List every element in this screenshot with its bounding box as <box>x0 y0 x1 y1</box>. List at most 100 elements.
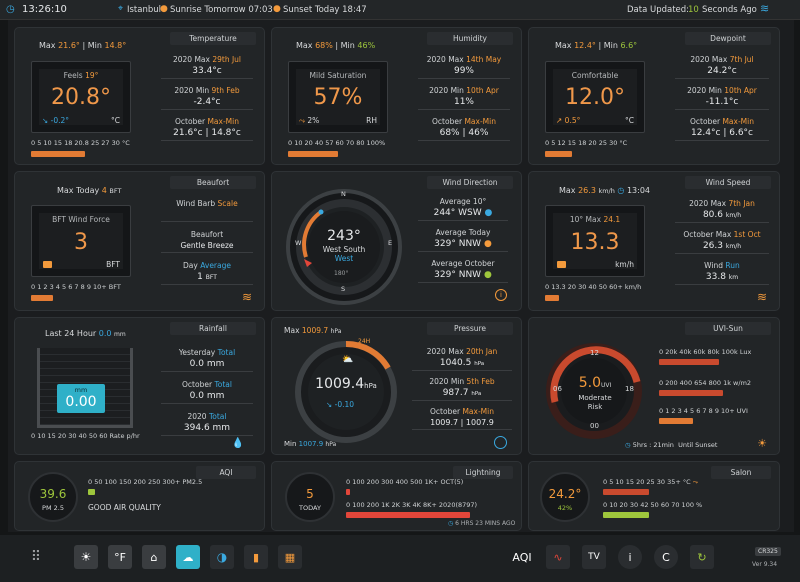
info-button[interactable]: i <box>618 545 642 569</box>
compass-180: 180° <box>334 270 349 277</box>
uvi-sun-panel[interactable]: UVI-Sun 12 06 18 00 5.0UVI Moderate Risk… <box>528 317 780 455</box>
pulse-icon[interactable]: ∿ <box>546 545 570 569</box>
clock-time: 13:26:10 <box>22 4 67 15</box>
ws-scale: 0 13.3 20 30 40 50 60+ km/h <box>545 283 642 291</box>
panel-title: Rainfall <box>170 322 256 335</box>
panel-title: UVI-Sun <box>685 322 771 335</box>
menu-grid-icon[interactable]: ⠿ <box>24 545 48 569</box>
aqi-panel[interactable]: AQI 39.6 PM 2.5 0 50 100 150 200 250 300… <box>14 461 265 531</box>
uvi-t18: 18 <box>625 385 634 393</box>
lux-bar <box>659 359 719 365</box>
sunset-countdown: ◷ 5hrs : 21min Until Sunset <box>625 441 718 449</box>
top-bar: ◷ 13:26:10 ⌖ Istanbul ● Sunrise Tomorrow… <box>0 0 800 20</box>
salon-hum-scale: 0 10 20 30 42 50 60 70 100 % <box>603 501 703 509</box>
ws-flag-icon <box>557 261 566 268</box>
wind-avg-month: Average October 329° NNW ● <box>418 259 508 283</box>
calendar-icon[interactable]: ▦ <box>278 545 302 569</box>
wind-barb-stat: Wind Barb Scale <box>161 199 253 222</box>
bottom-dock: ⠿ ☀ °F ⌂ ☁ ◑ ▮ ▦ AQI ∿ TV i C ↻ CR325 Ve… <box>0 535 800 582</box>
temp-stat-month: October Max-Min 21.6°c | 14.8°c <box>161 117 253 141</box>
bft-bar <box>31 295 53 301</box>
rain-yesterday: Yesterday Total 0.0 mm <box>161 348 253 372</box>
hum-maxmin: Max 68% | Min 46% <box>296 41 376 50</box>
wind-speed-panel[interactable]: Wind Speed Max 26.3 km/h ◷ 13:04 10° Max… <box>528 171 780 311</box>
temperature-panel[interactable]: Temperature Max 21.6° | Min 14.8° Feels … <box>14 27 265 165</box>
sun-mode-icon[interactable]: ☀ <box>74 545 98 569</box>
panel-title: Wind Direction <box>427 176 513 189</box>
bft-flag-icon <box>43 261 52 268</box>
credits-button[interactable]: C <box>654 545 678 569</box>
clock-icon: ◷ <box>6 4 15 15</box>
dewpoint-panel[interactable]: Dewpoint Max 12.4° | Min 6.6° Comfortabl… <box>528 27 780 165</box>
bft-gauge: BFT Wind Force 3 BFT <box>31 205 131 277</box>
pressure-panel[interactable]: Pressure Max 1009.7 hPa ⛅ 24H 1009.4hPa … <box>271 317 522 455</box>
dew-maxmin: Max 12.4° | Min 6.6° <box>555 41 638 50</box>
hum-bar <box>288 151 338 157</box>
version-text: Ver 9.34 <box>752 561 778 568</box>
aqi-scale: 0 50 100 150 200 250 300+ PM2.5 <box>88 478 203 486</box>
lightning-scale-month: 0 100 200 300 400 500 1K+ OCT(5) <box>346 478 464 486</box>
home-icon[interactable]: ⌂ <box>142 545 166 569</box>
sun-icon[interactable]: ☀ <box>757 437 767 450</box>
wind-avg-10: Average 10° 244° WSW ● <box>418 197 508 221</box>
panel-title: AQI <box>196 466 256 479</box>
beaufort-panel[interactable]: Beaufort Max Today 4 BFT BFT Wind Force … <box>14 171 265 311</box>
salon-temp-scale: 0 5 10 15 20 25 30 35+ °C ⤳ <box>603 478 698 486</box>
uvi-t12: 12 <box>590 349 599 357</box>
dew-stat-min: 2020 Min 10th Apr -11.1°c <box>675 86 769 110</box>
lightning-ago: ◷ 6 HRS 23 MINS AGO <box>448 520 516 527</box>
aqi-quality: GOOD AIR QUALITY <box>88 503 161 512</box>
lightning-value: 5 <box>306 487 314 501</box>
theme-toggle-icon[interactable]: ◑ <box>210 545 234 569</box>
uvi-value: 5.0UVI <box>578 375 612 391</box>
dew-level-label: Comfortable <box>571 71 619 80</box>
hum-stat-max: 2020 Max 14th May 99% <box>418 55 510 79</box>
bft-value: 3 <box>74 230 88 255</box>
sunset-dot-icon: ● <box>273 4 281 14</box>
uv-scale: 0 1 2 3 4 5 6 7 8 9 10+ UVI <box>659 407 748 415</box>
location-pin-icon: ⌖ <box>118 4 124 14</box>
temp-unit: °C <box>111 116 120 125</box>
updated-value: 10 <box>688 5 699 15</box>
feels-label: Feels 19° <box>63 71 99 80</box>
temp-scale: 0 5 10 15 18 20.8 25 27 30 °C <box>31 139 130 147</box>
rain-month: October Total 0.0 mm <box>161 380 253 404</box>
cloud-icon[interactable]: ☁ <box>176 545 200 569</box>
wm2-bar <box>659 390 723 396</box>
tv-button[interactable]: TV <box>582 545 606 569</box>
gauge-icon[interactable] <box>494 436 507 449</box>
fahrenheit-button[interactable]: °F <box>108 545 132 569</box>
lightning-bar-month <box>346 489 350 495</box>
updated-prefix: Data Updated: <box>627 5 690 15</box>
wind-waves-icon[interactable]: ≋ <box>757 290 767 304</box>
sunrise-text: Sunrise Tomorrow 07:03 <box>170 5 273 15</box>
uvi-level2: Risk <box>587 403 603 411</box>
updated-suffix: Seconds Ago <box>702 5 757 15</box>
lightning-scale-year: 0 100 200 1K 2K 3K 4K 8K+ 2020(8797) <box>346 501 478 509</box>
rain-last24: Last 24 Hour 0.0 mm <box>45 329 126 338</box>
info-icon[interactable]: i <box>495 289 507 301</box>
temp-stat-max: 2020 Max 29th Jul 33.4°c <box>161 55 253 79</box>
dew-unit: °C <box>625 116 634 125</box>
wind-direction-panel[interactable]: Wind Direction N S W E 243° West South W… <box>271 171 522 311</box>
aqi-button[interactable]: AQI <box>508 545 536 569</box>
temp-gauge: Feels 19° 20.8° ↘ -0.2° °C <box>31 61 131 133</box>
rain-lcd: mm 0.00 <box>57 384 105 413</box>
wind-waves-icon[interactable]: ≋ <box>242 290 252 304</box>
rainfall-panel[interactable]: Rainfall Last 24 Hour 0.0 mm mm 0.00 0 1… <box>14 317 265 455</box>
temp-bar <box>31 151 85 157</box>
raindrop-icon[interactable]: 💧 <box>232 438 244 449</box>
dew-value: 12.0° <box>565 85 625 110</box>
press-value: 1009.4hPa <box>315 376 377 392</box>
wifi-icon: ≋ <box>760 2 770 15</box>
refresh-icon[interactable]: ↻ <box>690 545 714 569</box>
salon-panel[interactable]: Salon 24.2° 42% 0 5 10 15 20 25 30 35+ °… <box>528 461 780 531</box>
brand-badge: CR325 <box>755 547 781 556</box>
aqi-unit: PM 2.5 <box>42 504 64 512</box>
dew-bar <box>545 151 572 157</box>
wind-dir-name2: West <box>334 254 354 263</box>
charts-icon[interactable]: ▮ <box>244 545 268 569</box>
lightning-panel[interactable]: Lightning 5 TODAY 0 100 200 300 400 500 … <box>271 461 522 531</box>
compass-n: N <box>341 190 346 198</box>
humidity-panel[interactable]: Humidity Max 68% | Min 46% Mild Saturati… <box>271 27 522 165</box>
